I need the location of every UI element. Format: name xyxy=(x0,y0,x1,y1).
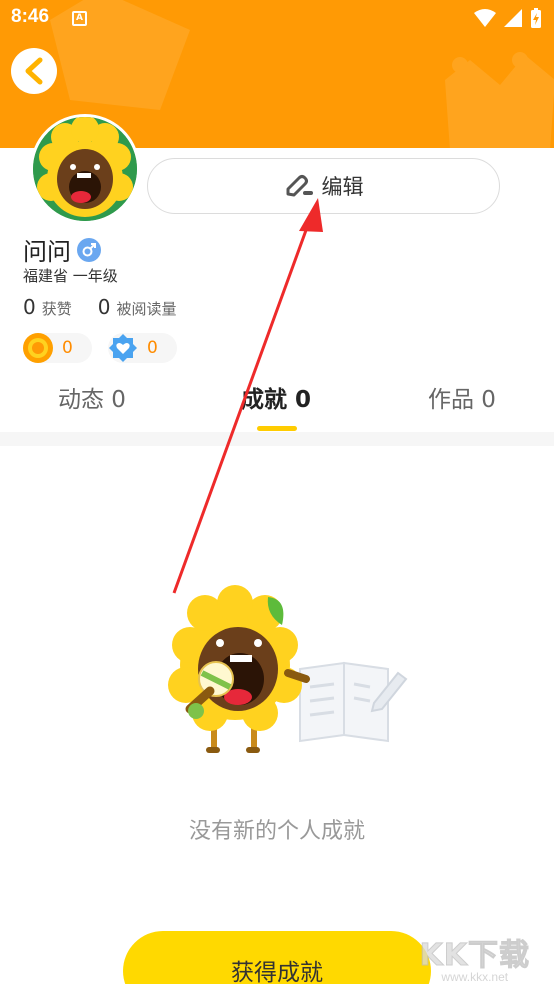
profile-tabs: 动态 0 成就 0 作品 0 xyxy=(0,380,554,430)
tab-achievements[interactable]: 成就 0 xyxy=(241,380,311,414)
empty-state-mascot-illustration xyxy=(168,585,408,753)
stats-row: 0 获赞 0 被阅读量 xyxy=(23,295,177,319)
avatar[interactable] xyxy=(30,114,140,224)
edit-label: 编辑 xyxy=(321,175,364,199)
reads-count: 0 xyxy=(97,295,111,319)
status-bar: 8:46 A xyxy=(0,0,554,36)
name-row: 问问 xyxy=(23,232,101,267)
likes-count: 0 xyxy=(23,295,36,319)
back-button[interactable] xyxy=(11,48,57,94)
section-divider xyxy=(0,432,554,446)
heart-badge-icon xyxy=(109,334,137,362)
pencil-icon xyxy=(286,175,313,197)
tab-works[interactable]: 作品 0 xyxy=(428,380,496,414)
status-icons xyxy=(474,8,542,28)
sunflower-mascot-avatar-icon xyxy=(33,117,137,221)
watermark: KK下载 www.kkx.net xyxy=(419,930,531,984)
watermark-logo: KK下载 xyxy=(419,938,530,974)
sun-coin-pill[interactable]: 0 xyxy=(23,333,92,363)
status-time: 8:46 xyxy=(11,6,50,27)
get-achievements-label: 获得成就 xyxy=(231,960,323,984)
chevron-left-icon xyxy=(25,57,43,85)
heart-badge-pill[interactable]: 0 xyxy=(108,333,177,363)
sun-coin-icon xyxy=(23,333,53,363)
reads-label: 被阅读量 xyxy=(116,300,177,318)
wifi-icon xyxy=(474,9,496,27)
likes-label: 获赞 xyxy=(41,300,72,318)
sun-coin-count: 0 xyxy=(62,338,73,358)
crown-decoration-icon xyxy=(445,52,554,148)
user-name: 问问 xyxy=(23,238,71,266)
user-location-grade: 福建省 一年级 xyxy=(23,267,118,285)
heart-badge-count: 0 xyxy=(147,338,158,358)
signal-icon xyxy=(504,9,522,27)
get-achievements-button[interactable]: 获得成就 xyxy=(123,931,431,984)
battery-icon xyxy=(531,8,541,28)
notification-icon: A xyxy=(72,11,87,26)
male-gender-icon xyxy=(77,237,101,262)
tab-moments[interactable]: 动态 0 xyxy=(58,380,126,414)
edit-profile-button[interactable]: 编辑 xyxy=(147,158,500,214)
active-tab-indicator xyxy=(257,426,297,431)
empty-state-message: 没有新的个人成就 xyxy=(188,819,365,844)
